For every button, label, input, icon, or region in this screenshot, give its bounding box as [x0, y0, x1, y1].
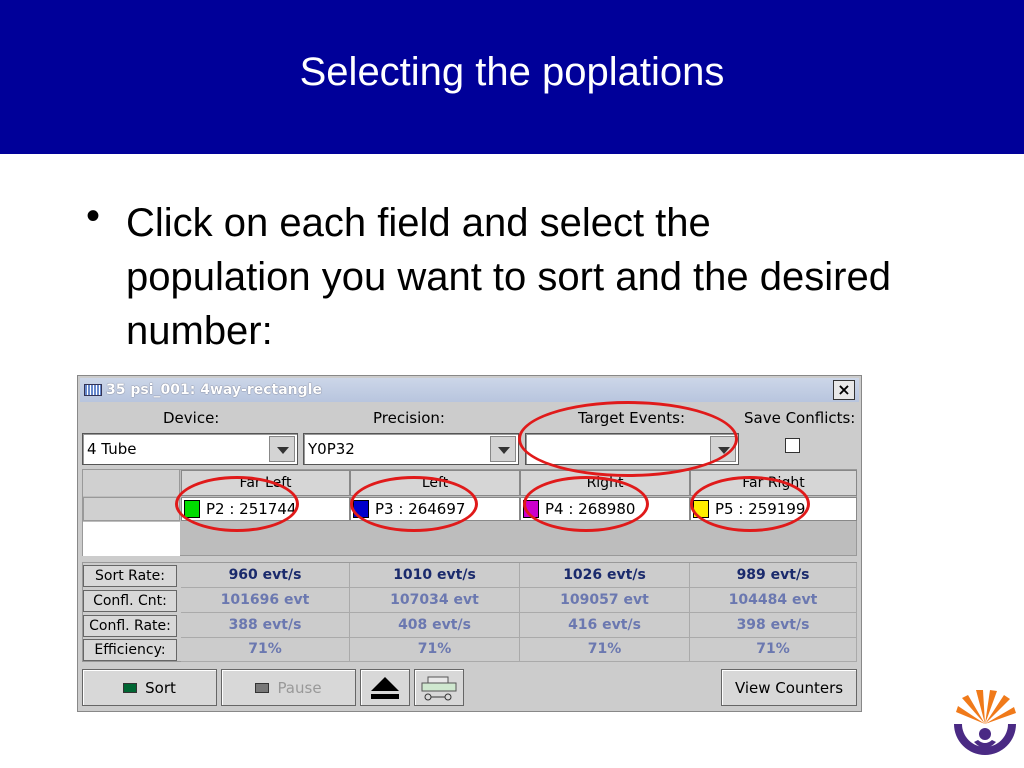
- sort-rate-value: 960 evt/s: [181, 563, 350, 588]
- confl-cnt-value: 109057 evt: [520, 588, 690, 613]
- population-color-swatch: [693, 500, 709, 518]
- device-dropdown-icon[interactable]: [269, 436, 295, 462]
- confl-cnt-value: 104484 evt: [690, 588, 857, 613]
- eject-button[interactable]: [360, 669, 410, 706]
- sort-button[interactable]: Sort: [82, 669, 217, 706]
- stage-button[interactable]: [414, 669, 464, 706]
- confl-cnt-value: 107034 evt: [350, 588, 520, 613]
- sort-button-label: Sort: [145, 678, 176, 697]
- bullet-point: • Click on each field and select the pop…: [86, 196, 906, 358]
- population-field-far-right[interactable]: P5 : 259199: [690, 497, 857, 521]
- close-button[interactable]: ×: [833, 380, 855, 400]
- device-value: 4 Tube: [87, 440, 137, 458]
- target-events-select[interactable]: [525, 433, 739, 465]
- slide: Selecting the poplations • Click on each…: [0, 0, 1024, 768]
- population-field-far-left[interactable]: P2 : 251744: [181, 497, 350, 521]
- organization-logo-icon: [954, 690, 1016, 755]
- confl-rate-value: 408 evt/s: [350, 613, 520, 638]
- view-counters-button[interactable]: View Counters: [721, 669, 857, 706]
- pause-button[interactable]: Pause: [221, 669, 356, 706]
- device-select[interactable]: 4 Tube: [82, 433, 298, 465]
- confl-rate-value: 398 evt/s: [690, 613, 857, 638]
- stats-table: Sort Rate: Confl. Cnt: Confl. Rate: Effi…: [82, 562, 857, 662]
- efficiency-value: 71%: [181, 637, 350, 662]
- confl-cnt-label: Confl. Cnt:: [83, 590, 177, 612]
- sort-rate-value: 989 evt/s: [690, 563, 857, 588]
- population-field-right[interactable]: P4 : 268980: [520, 497, 690, 521]
- population-field-left[interactable]: P3 : 264697: [350, 497, 520, 521]
- precision-value: Y0P32: [308, 440, 355, 458]
- precision-label: Precision:: [373, 409, 445, 427]
- precision-select[interactable]: Y0P32: [303, 433, 519, 465]
- confl-rate-label: Confl. Rate:: [83, 615, 177, 637]
- sort-stage-icon: [421, 676, 457, 700]
- column-left[interactable]: Left: [350, 470, 520, 496]
- device-label: Device:: [163, 409, 220, 427]
- population-label: P4 : 268980: [545, 500, 636, 518]
- column-far-left[interactable]: Far Left: [181, 470, 350, 496]
- column-right[interactable]: Right: [520, 470, 690, 496]
- efficiency-label: Efficiency:: [83, 639, 177, 661]
- sort-rate-value: 1026 evt/s: [520, 563, 690, 588]
- population-label: P3 : 264697: [375, 500, 466, 518]
- pause-button-label: Pause: [277, 678, 322, 697]
- eject-icon: [371, 676, 399, 699]
- window-icon: [84, 384, 102, 396]
- confl-rate-value: 388 evt/s: [181, 613, 350, 638]
- column-far-right[interactable]: Far Right: [690, 470, 857, 496]
- title-bar: Selecting the poplations: [0, 0, 1024, 154]
- population-label: P5 : 259199: [715, 500, 806, 518]
- efficiency-value: 71%: [690, 637, 857, 662]
- sort-rate-label: Sort Rate:: [83, 565, 177, 587]
- target-events-label: Target Events:: [578, 409, 686, 427]
- bullet-text: Click on each field and select the popul…: [126, 201, 891, 353]
- efficiency-value: 71%: [520, 637, 690, 662]
- pause-icon: [255, 682, 270, 693]
- sort-window: 35 psi_001: 4way-rectangle × Device: Pre…: [77, 375, 862, 712]
- population-color-swatch: [184, 500, 200, 518]
- grid-row-header: [83, 497, 180, 521]
- precision-dropdown-icon[interactable]: [490, 436, 516, 462]
- population-color-swatch: [523, 500, 539, 518]
- efficiency-value: 71%: [350, 637, 520, 662]
- grid-corner: [83, 470, 180, 496]
- save-conflicts-label: Save Conflicts:: [744, 409, 856, 427]
- window-titlebar[interactable]: 35 psi_001: 4way-rectangle ×: [80, 378, 859, 402]
- grid-blank: [83, 522, 180, 556]
- population-grid: Far Left Left Right Far Right P2 : 25174…: [82, 469, 857, 556]
- save-conflicts-checkbox[interactable]: [785, 438, 800, 453]
- population-label: P2 : 251744: [206, 500, 297, 518]
- target-events-dropdown-icon[interactable]: [710, 436, 736, 462]
- bullet-icon: •: [86, 194, 101, 238]
- sort-rate-value: 1010 evt/s: [350, 563, 520, 588]
- confl-cnt-value: 101696 evt: [181, 588, 350, 613]
- confl-rate-value: 416 evt/s: [520, 613, 690, 638]
- window-title: 35 psi_001: 4way-rectangle: [106, 382, 322, 398]
- sort-icon: [123, 682, 138, 693]
- slide-title: Selecting the poplations: [299, 49, 725, 94]
- population-color-swatch: [353, 500, 369, 518]
- view-counters-label: View Counters: [734, 678, 844, 697]
